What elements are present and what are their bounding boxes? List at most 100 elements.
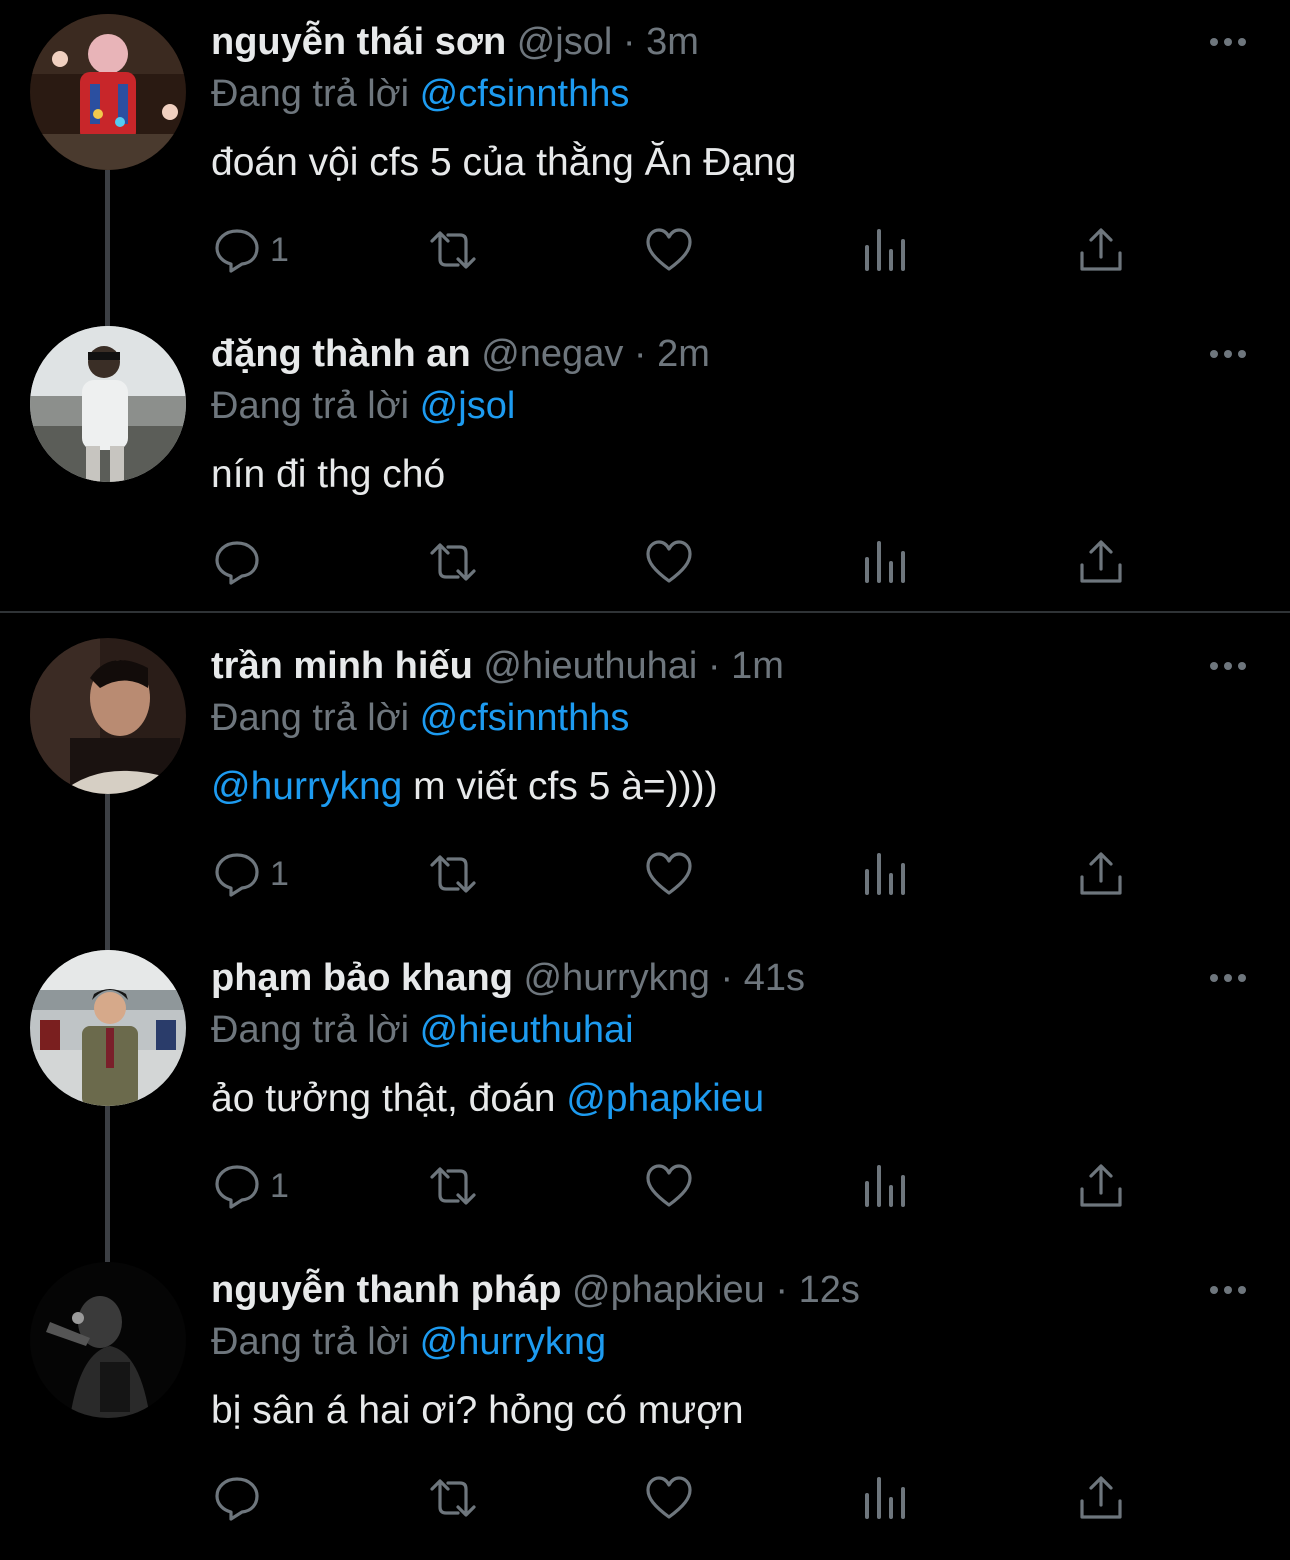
share-icon: [1080, 852, 1122, 895]
share-button[interactable]: [1076, 1156, 1126, 1216]
retweet-icon: [430, 1167, 476, 1205]
analytics-icon: [865, 853, 905, 895]
handle[interactable]: @hurrykng: [523, 957, 709, 999]
avatar-photo: [30, 638, 186, 794]
analytics-button[interactable]: [860, 1468, 910, 1528]
text-body: bị sân á hai ơi? hỏng có mượn: [211, 1389, 744, 1432]
timestamp[interactable]: 3m: [646, 21, 699, 63]
tweet[interactable]: đặng thành an @negav · 2m Đang trả lời @…: [0, 312, 1290, 624]
more-icon[interactable]: [1206, 960, 1250, 996]
reply-icon: [215, 853, 259, 897]
analytics-button[interactable]: [860, 1156, 910, 1216]
handle[interactable]: @hieuthuhai: [483, 645, 697, 687]
retweet-icon: [430, 855, 476, 893]
replying-to-mention[interactable]: @jsol: [420, 385, 516, 427]
avatar[interactable]: [30, 1262, 186, 1418]
like-button[interactable]: [644, 1156, 694, 1216]
replying-to-mention[interactable]: @cfsinnthhs: [420, 697, 630, 739]
replying-to: Đang trả lời @cfsinnthhs: [211, 696, 629, 740]
retweet-button[interactable]: [428, 844, 478, 904]
separator-dot: ·: [775, 1269, 789, 1311]
share-button[interactable]: [1076, 532, 1126, 592]
share-icon: [1080, 540, 1122, 583]
like-button[interactable]: [644, 1468, 694, 1528]
replying-to-label: Đang trả lời: [211, 697, 410, 739]
more-icon[interactable]: [1206, 336, 1250, 372]
action-bar: 1: [0, 1142, 1290, 1232]
avatar[interactable]: [30, 950, 186, 1106]
display-name[interactable]: phạm bảo khang: [211, 957, 513, 999]
replying-to-label: Đang trả lời: [211, 73, 410, 115]
share-button[interactable]: [1076, 220, 1126, 280]
timestamp[interactable]: 1m: [731, 645, 784, 687]
replying-to-mention[interactable]: @cfsinnthhs: [420, 73, 630, 115]
replying-to: Đang trả lời @cfsinnthhs: [211, 72, 629, 116]
handle[interactable]: @negav: [481, 333, 623, 375]
action-bar: [0, 518, 1290, 608]
handle[interactable]: @phapkieu: [572, 1269, 765, 1311]
analytics-button[interactable]: [860, 532, 910, 592]
reply-count: 1: [270, 854, 289, 893]
retweet-button[interactable]: [428, 1156, 478, 1216]
tweet[interactable]: trần minh hiếu @hieuthuhai · 1m Đang trả…: [0, 624, 1290, 936]
tweet-header: phạm bảo khang @hurrykng · 41s: [211, 956, 805, 1000]
analytics-button[interactable]: [860, 220, 910, 280]
reply-icon: [215, 541, 259, 585]
action-bar: [0, 1454, 1290, 1544]
analytics-icon: [865, 1477, 905, 1519]
replying-to-label: Đang trả lời: [211, 1009, 410, 1051]
tweet[interactable]: phạm bảo khang @hurrykng · 41s Đang trả …: [0, 936, 1290, 1248]
share-icon: [1080, 1164, 1122, 1207]
replying-to: Đang trả lời @hieuthuhai: [211, 1008, 634, 1052]
reply-button[interactable]: 1: [212, 844, 289, 904]
replying-to-mention[interactable]: @hurrykng: [420, 1321, 606, 1363]
action-bar: 1: [0, 206, 1290, 296]
share-button[interactable]: [1076, 1468, 1126, 1528]
text-mention[interactable]: @hurrykng: [211, 765, 402, 808]
more-icon[interactable]: [1206, 648, 1250, 684]
like-button[interactable]: [644, 532, 694, 592]
reply-button[interactable]: [212, 1468, 270, 1528]
reply-button[interactable]: 1: [212, 1156, 289, 1216]
avatar-photo: [30, 1262, 186, 1418]
text-body: m viết cfs 5 à=)))): [402, 765, 718, 808]
like-button[interactable]: [644, 220, 694, 280]
text-body: đoán vội cfs 5 của thằng Ăn Đạng: [211, 141, 797, 184]
replying-to-mention[interactable]: @hieuthuhai: [420, 1009, 634, 1051]
heart-icon: [646, 1164, 692, 1207]
more-icon[interactable]: [1206, 24, 1250, 60]
share-button[interactable]: [1076, 844, 1126, 904]
replying-to: Đang trả lời @jsol: [211, 384, 515, 428]
retweet-button[interactable]: [428, 220, 478, 280]
reply-button[interactable]: 1: [212, 220, 289, 280]
retweet-icon: [430, 231, 476, 269]
display-name[interactable]: nguyễn thanh pháp: [211, 1269, 561, 1311]
timestamp[interactable]: 41s: [744, 957, 805, 999]
tweet[interactable]: nguyễn thanh pháp @phapkieu · 12s Đang t…: [0, 1248, 1290, 1560]
timestamp[interactable]: 2m: [657, 333, 710, 375]
analytics-icon: [865, 229, 905, 271]
more-icon[interactable]: [1206, 1272, 1250, 1308]
analytics-button[interactable]: [860, 844, 910, 904]
retweet-button[interactable]: [428, 532, 478, 592]
like-button[interactable]: [644, 844, 694, 904]
avatar[interactable]: [30, 14, 186, 170]
separator-dot: ·: [720, 957, 734, 999]
handle[interactable]: @jsol: [517, 21, 613, 63]
tweet-header: nguyễn thái sơn @jsol · 3m: [211, 20, 699, 64]
heart-icon: [646, 228, 692, 271]
reply-icon: [215, 229, 259, 273]
timestamp[interactable]: 12s: [799, 1269, 860, 1311]
avatar[interactable]: [30, 638, 186, 794]
retweet-button[interactable]: [428, 1468, 478, 1528]
retweet-icon: [430, 1479, 476, 1517]
share-icon: [1080, 1476, 1122, 1519]
display-name[interactable]: trần minh hiếu: [211, 645, 473, 687]
text-body: ảo tưởng thật, đoán: [211, 1077, 567, 1120]
tweet[interactable]: nguyễn thái sơn @jsol · 3m Đang trả lời …: [0, 0, 1290, 312]
display-name[interactable]: nguyễn thái sơn: [211, 21, 506, 63]
display-name[interactable]: đặng thành an: [211, 333, 471, 375]
text-mention[interactable]: @phapkieu: [566, 1077, 764, 1120]
avatar[interactable]: [30, 326, 186, 482]
reply-button[interactable]: [212, 532, 270, 592]
